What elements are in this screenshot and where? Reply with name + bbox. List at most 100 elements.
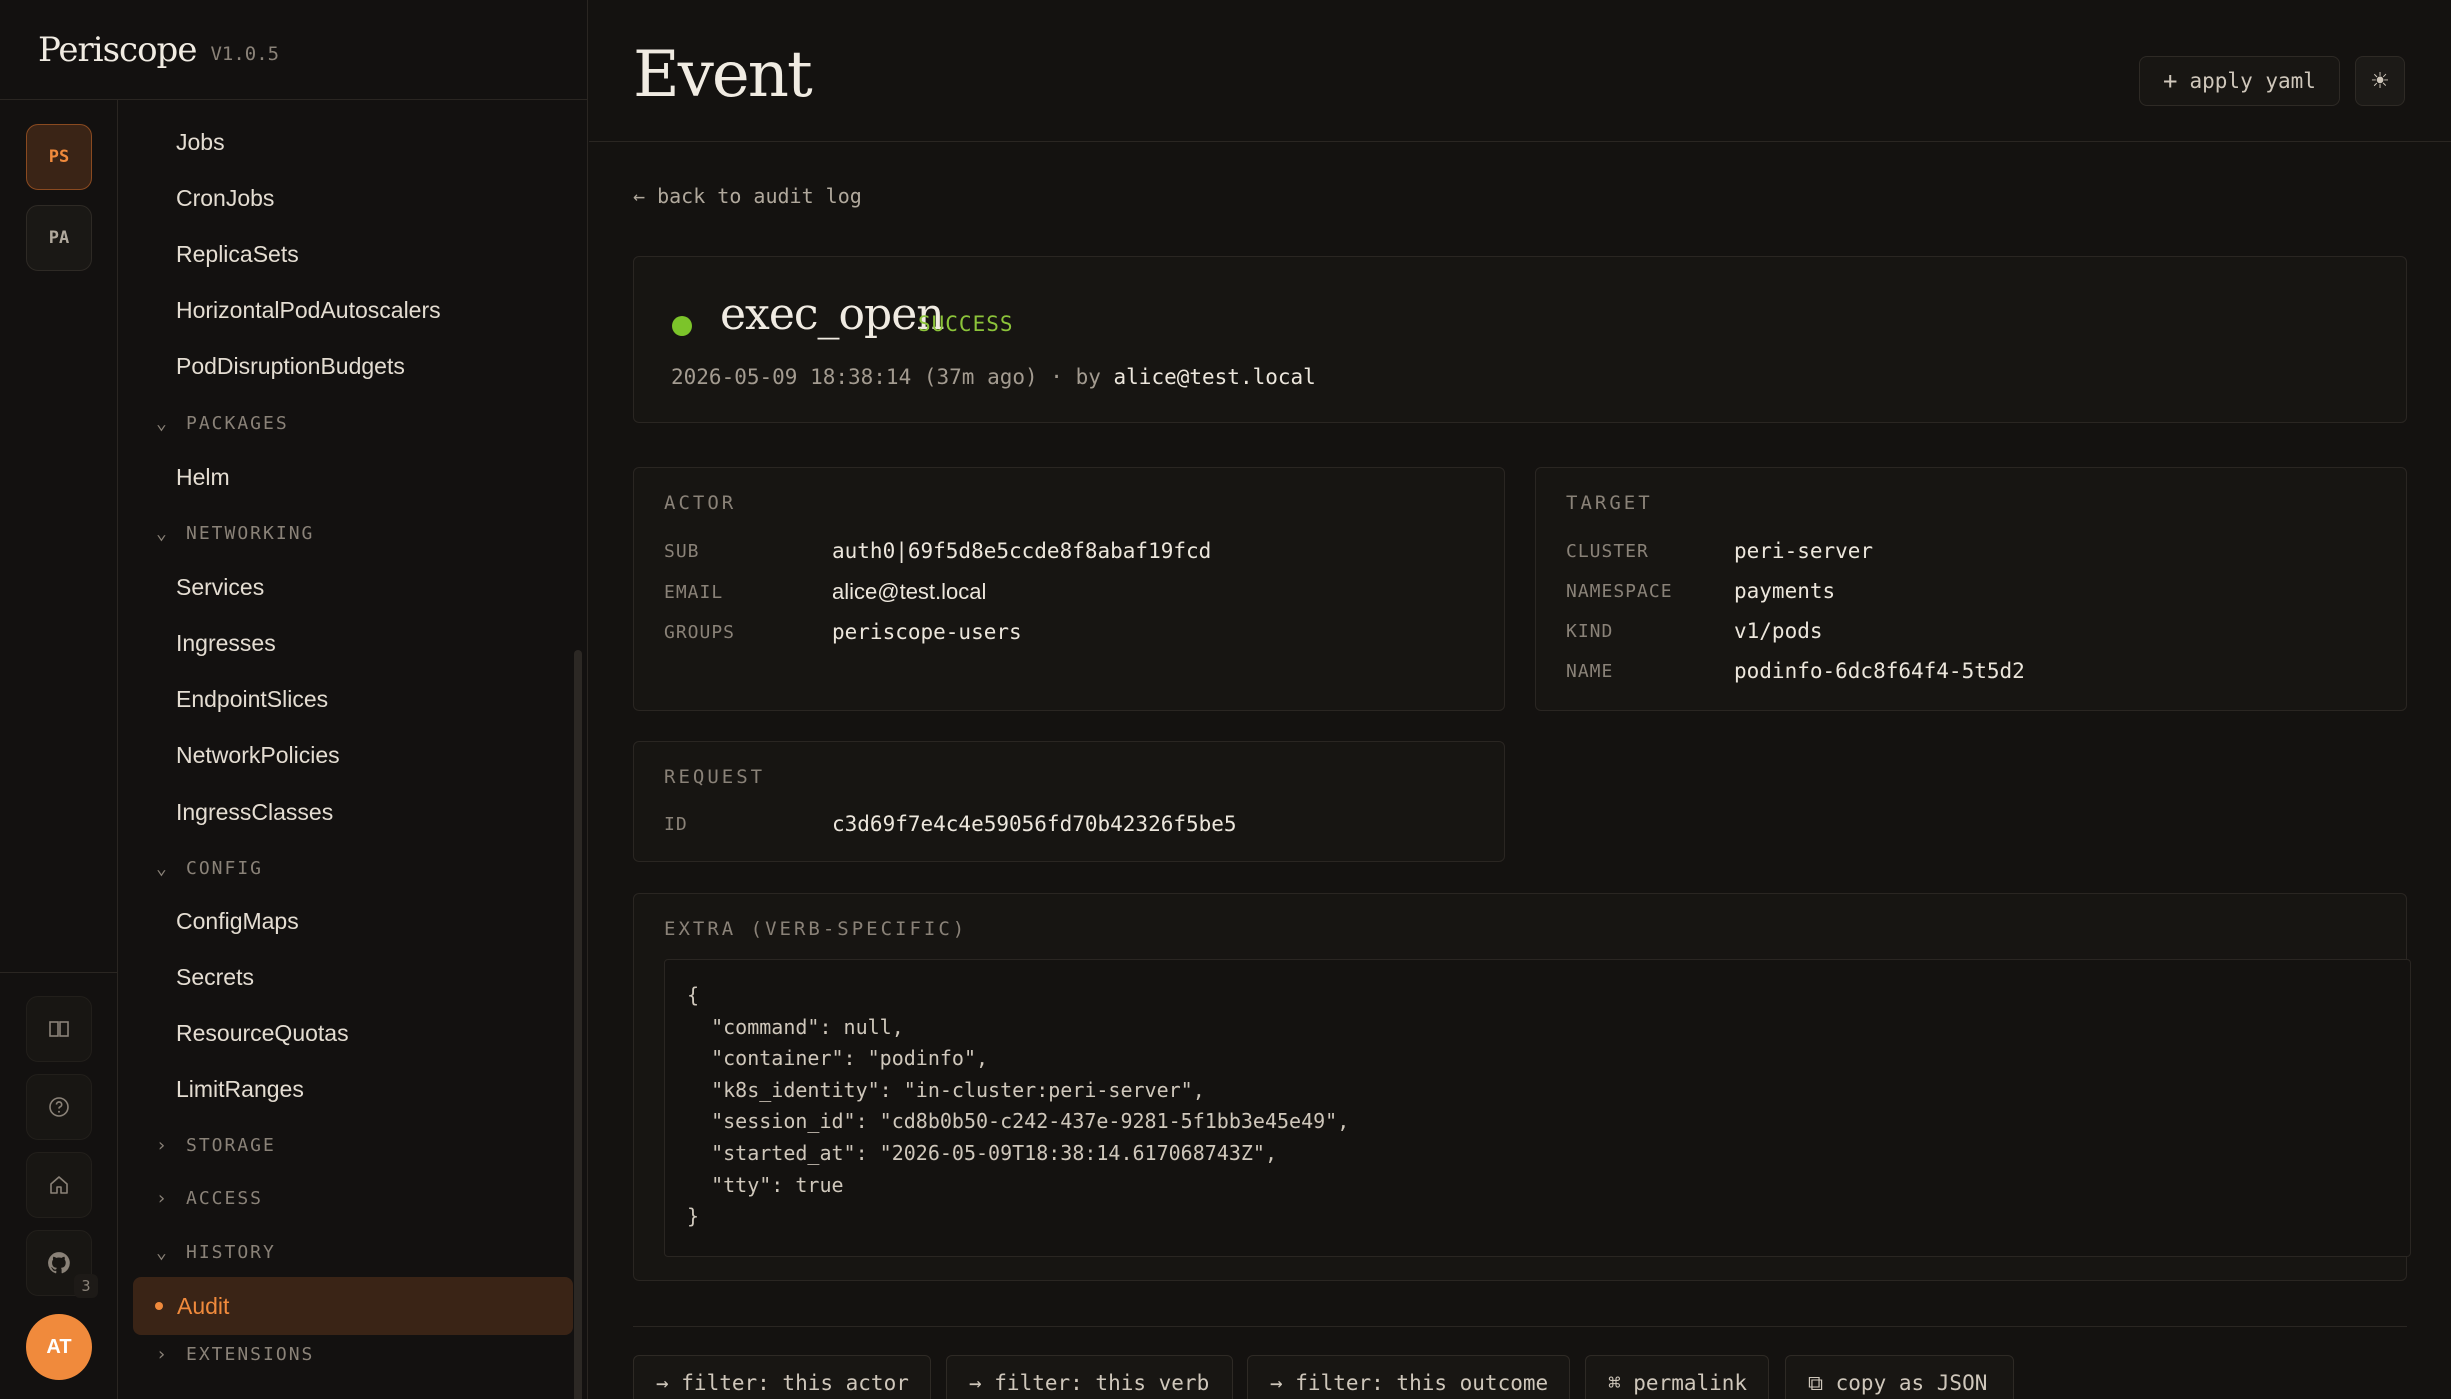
status-badge: SUCCESS [918, 312, 1014, 336]
card-title: ACTOR [664, 492, 737, 514]
section-label: ACCESS [186, 1188, 264, 1209]
actor-sub-value: auth0|69f5d8e5ccde8f8abaf19fcd [832, 539, 1212, 563]
cluster-button-ps[interactable]: PS [26, 124, 92, 190]
field-key: CLUSTER [1566, 541, 1649, 562]
sidebar-item-audit[interactable]: Audit [133, 1277, 573, 1335]
brand-version: V1.0.5 [210, 42, 280, 65]
brand-header: Periscope V1.0.5 [0, 0, 588, 100]
section-label: NETWORKING [186, 523, 315, 544]
copy-json-button[interactable]: ⧉ copy as JSON [1785, 1355, 2014, 1399]
sidebar-item-ingresses[interactable]: Ingresses [176, 630, 276, 657]
extra-card: EXTRA (VERB-SPECIFIC) { "command": null,… [633, 893, 2411, 1281]
sidebar-item-label: Audit [177, 1292, 230, 1319]
card-title: REQUEST [664, 766, 766, 788]
event-meta: 2026-05-09 18:38:14 (37m ago) · by alice… [671, 365, 1316, 389]
request-id-value: c3d69f7e4c4e59056fd70b42326f5be5 [832, 812, 1237, 836]
section-label: CONFIG [186, 858, 264, 879]
cluster-rail: PS PA 3 [0, 100, 118, 1399]
book-icon[interactable] [26, 996, 92, 1062]
chevron-right-icon: › [156, 1135, 169, 1156]
event-actor-email: alice@test.local [1113, 365, 1316, 389]
target-card: TARGET CLUSTER peri-server NAMESPACE pay… [1535, 467, 2407, 711]
actor-email-value: alice@test.local [832, 579, 987, 604]
section-label: PACKAGES [186, 413, 289, 434]
section-networking[interactable]: ⌄ NETWORKING [156, 523, 314, 544]
sidebar-item-helm[interactable]: Helm [176, 464, 230, 491]
filter-verb-button[interactable]: → filter: this verb [946, 1355, 1233, 1399]
field-key: KIND [1566, 621, 1614, 642]
chevron-right-icon: › [156, 1188, 169, 1209]
card-title: TARGET [1566, 492, 1653, 514]
request-card: REQUEST ID c3d69f7e4c4e59056fd70b42326f5… [633, 741, 1505, 862]
sidebar-item-cronjobs[interactable]: CronJobs [176, 185, 274, 212]
help-icon[interactable] [26, 1074, 92, 1140]
field-key: GROUPS [664, 622, 736, 643]
section-storage[interactable]: › STORAGE [156, 1135, 276, 1156]
page-header: Event + apply yaml ☀ [589, 0, 2451, 142]
brand-name: Periscope [38, 29, 197, 70]
permalink-button[interactable]: ⌘ permalink [1585, 1355, 1769, 1399]
sidebar-item-limitranges[interactable]: LimitRanges [176, 1076, 304, 1103]
sidebar-scrollbar[interactable] [574, 650, 582, 1399]
event-summary-card: exec_open SUCCESS 2026-05-09 18:38:14 (3… [633, 256, 2407, 423]
github-badge: 3 [74, 1274, 98, 1298]
section-config[interactable]: ⌄ CONFIG [156, 858, 263, 879]
event-timestamp: 2026-05-09 18:38:14 (37m ago) · by [671, 365, 1114, 389]
theme-toggle-button[interactable]: ☀ [2355, 56, 2405, 106]
card-title: EXTRA (VERB-SPECIFIC) [664, 918, 968, 940]
active-dot [155, 1302, 163, 1310]
target-namespace-value: payments [1734, 579, 1836, 603]
section-label: EXTENSIONS [186, 1344, 315, 1365]
main-content: Event + apply yaml ☀ ← back to audit log… [589, 0, 2451, 1399]
sidebar-item-hpa[interactable]: HorizontalPodAutoscalers [176, 297, 441, 324]
chevron-down-icon: ⌄ [156, 858, 169, 879]
sidebar-item-ingressclasses[interactable]: IngressClasses [176, 799, 333, 826]
chevron-down-icon: ⌄ [156, 523, 169, 544]
chevron-down-icon: ⌄ [156, 1242, 169, 1263]
actor-card: ACTOR SUB auth0|69f5d8e5ccde8f8abaf19fcd… [633, 467, 1505, 711]
home-icon[interactable] [26, 1152, 92, 1218]
sidebar-nav: Jobs CronJobs ReplicaSets HorizontalPodA… [118, 100, 588, 1399]
sidebar-item-services[interactable]: Services [176, 574, 264, 601]
field-key: NAMESPACE [1566, 581, 1673, 602]
filter-actor-button[interactable]: → filter: this actor [633, 1355, 931, 1399]
field-key: EMAIL [664, 582, 724, 603]
app-root: Periscope V1.0.5 PS PA 3 AT Jobs CronJob… [0, 0, 2451, 1399]
section-label: HISTORY [186, 1242, 276, 1263]
sidebar-item-resourcequotas[interactable]: ResourceQuotas [176, 1020, 349, 1047]
field-key: SUB [664, 541, 700, 562]
back-to-audit-link[interactable]: ← back to audit log [633, 184, 862, 208]
apply-yaml-label: apply yaml [2189, 69, 2316, 93]
chevron-down-icon: ⌄ [156, 413, 169, 434]
field-key: NAME [1566, 661, 1614, 682]
section-packages[interactable]: ⌄ PACKAGES [156, 413, 289, 434]
rail-divider [0, 972, 118, 973]
page-title: Event [633, 38, 813, 112]
sidebar-item-pdb[interactable]: PodDisruptionBudgets [176, 353, 405, 380]
target-kind-value: v1/pods [1734, 619, 1823, 643]
apply-yaml-button[interactable]: + apply yaml [2139, 56, 2340, 106]
sidebar-item-configmaps[interactable]: ConfigMaps [176, 908, 299, 935]
target-name-value: podinfo-6dc8f64f4-5t5d2 [1734, 659, 2025, 683]
target-cluster-value: peri-server [1734, 539, 1874, 563]
sun-icon: ☀ [2370, 68, 2390, 93]
sidebar-item-networkpolicies[interactable]: NetworkPolicies [176, 742, 340, 769]
event-verb: exec_open [720, 289, 945, 340]
plus-icon: + [2163, 67, 2178, 95]
section-access[interactable]: › ACCESS [156, 1188, 263, 1209]
sidebar-item-secrets[interactable]: Secrets [176, 964, 254, 991]
section-extensions[interactable]: › EXTENSIONS [156, 1344, 314, 1365]
status-dot [672, 316, 692, 336]
section-label: STORAGE [186, 1135, 276, 1156]
section-history[interactable]: ⌄ HISTORY [156, 1242, 276, 1263]
extra-json: { "command": null, "container": "podinfo… [664, 959, 2411, 1257]
actions-divider [633, 1326, 2407, 1327]
sidebar-item-endpointslices[interactable]: EndpointSlices [176, 686, 328, 713]
sidebar-item-jobs[interactable]: Jobs [176, 129, 225, 156]
cluster-button-pa[interactable]: PA [26, 205, 92, 271]
actor-groups-value: periscope-users [832, 620, 1022, 644]
sidebar-item-replicasets[interactable]: ReplicaSets [176, 241, 299, 268]
field-key: ID [664, 814, 688, 835]
filter-outcome-button[interactable]: → filter: this outcome [1247, 1355, 1570, 1399]
user-avatar[interactable]: AT [26, 1314, 92, 1380]
